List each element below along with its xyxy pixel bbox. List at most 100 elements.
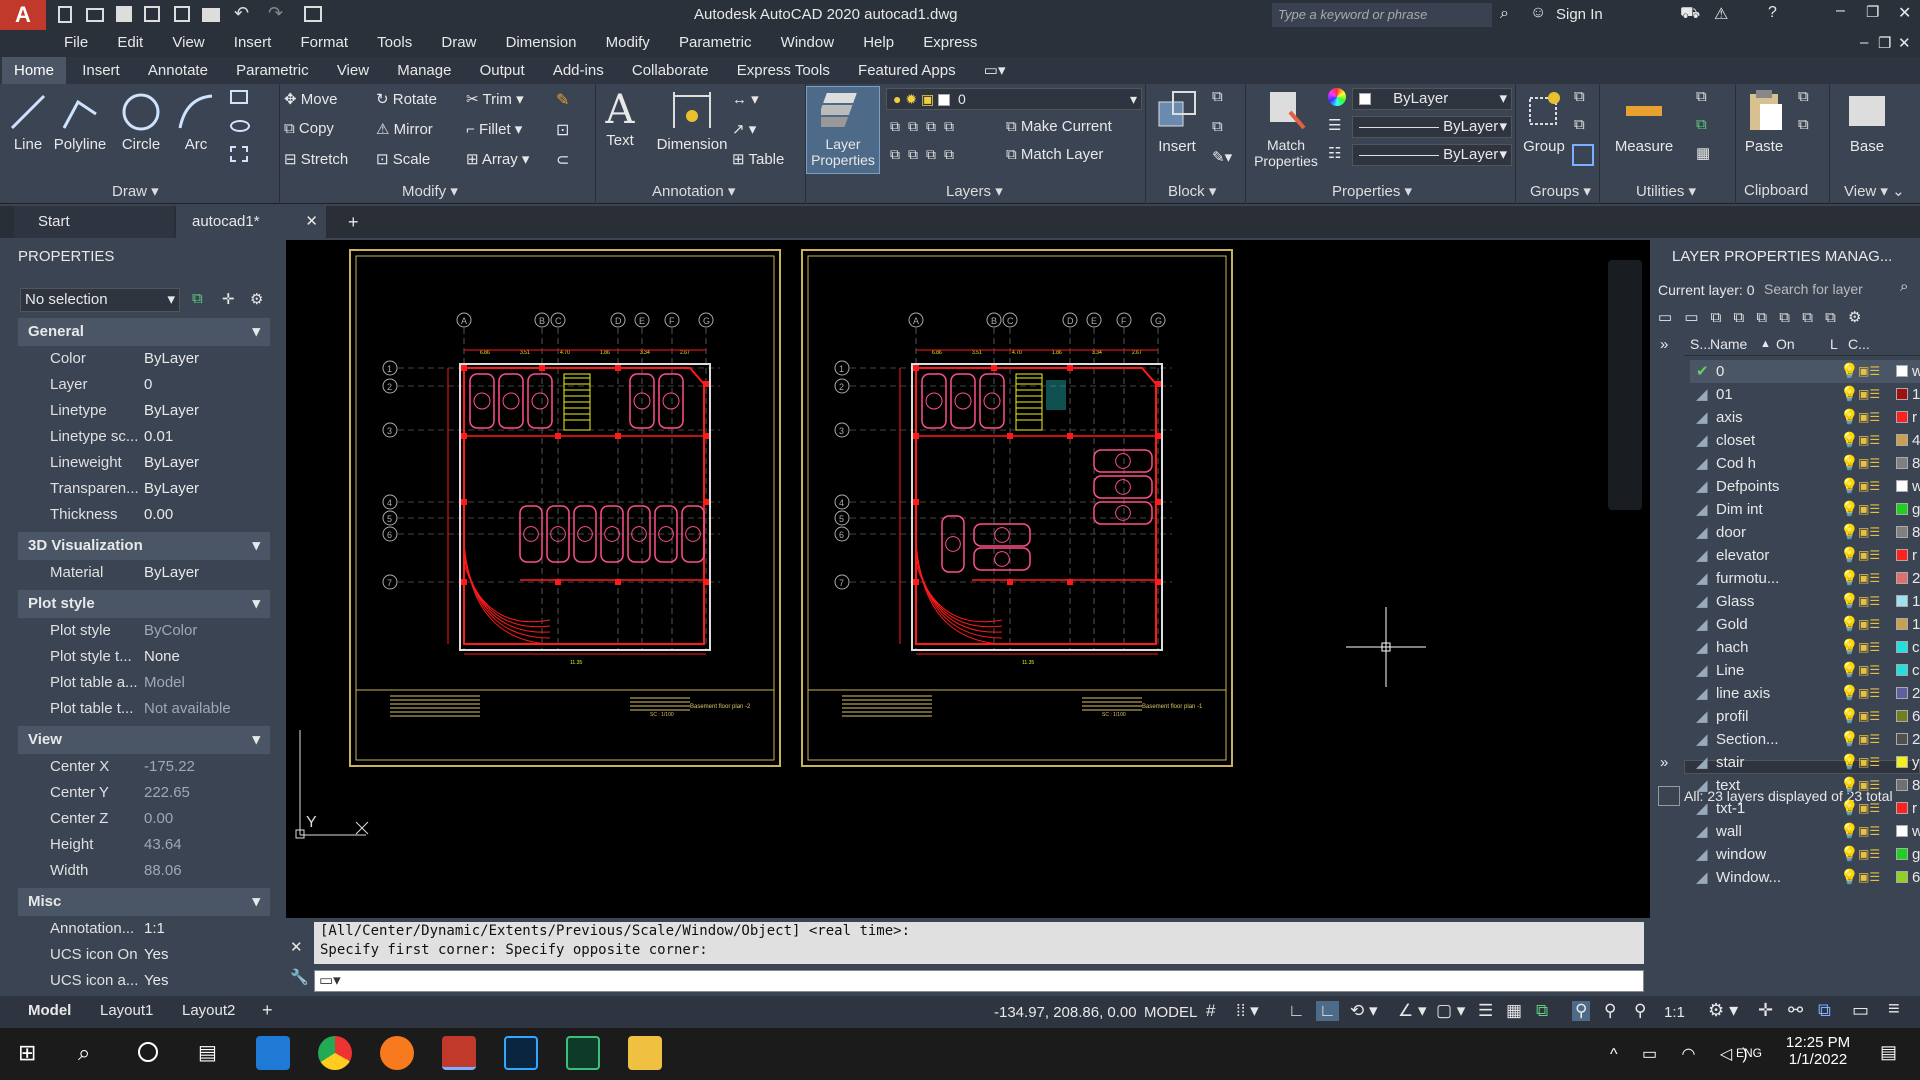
photoshop-icon[interactable] [504, 1036, 538, 1070]
calculator-icon[interactable]: ▦ [1696, 144, 1710, 162]
erase-icon[interactable]: ✎ [556, 90, 569, 110]
layer-row[interactable]: ◢ Cod h 💡 ▣☰ 8 [1690, 452, 1920, 475]
mirror-button[interactable]: ⚠ Mirror [376, 120, 433, 138]
binoculars-icon[interactable]: ⌕ [1500, 5, 1509, 23]
tab-output[interactable]: Output [468, 57, 537, 84]
create-block-icon[interactable]: ⧉ [1212, 88, 1223, 105]
layer-color-swatch[interactable] [1896, 595, 1908, 607]
save-icon[interactable] [116, 6, 132, 22]
close-tab-icon[interactable]: ✕ [305, 206, 318, 238]
layer-lock-icon[interactable]: ▣☰ [1858, 705, 1880, 728]
layer-row[interactable]: ◢ text 💡 ▣☰ 8 [1690, 774, 1920, 797]
group-edit-icon[interactable]: ⧉ [1574, 116, 1585, 133]
layer-lock-icon[interactable]: ▣☰ [1858, 682, 1880, 705]
edge-icon[interactable] [256, 1036, 290, 1070]
layer-row[interactable]: ◢ Defpoints 💡 ▣☰ w [1690, 475, 1920, 498]
property-row[interactable]: Color ByLayer [18, 346, 270, 372]
layer-lock-icon[interactable]: ▣☰ [1858, 475, 1880, 498]
layer-color-swatch[interactable] [1896, 457, 1908, 469]
lightbulb-icon[interactable]: 💡 [1840, 475, 1859, 498]
layer-color-swatch[interactable] [1896, 871, 1908, 883]
property-row[interactable]: UCS icon a... Yes [18, 968, 270, 994]
layer-lock-icon[interactable]: ▣☰ [1858, 728, 1880, 751]
lightbulb-icon[interactable]: 💡 [1840, 843, 1859, 866]
menu-modify[interactable]: Modify [606, 34, 650, 51]
excel-app-icon[interactable] [566, 1036, 600, 1070]
annotation-scale-icon[interactable]: ⚲ [1634, 1001, 1646, 1021]
language-indicator[interactable]: ENG [1736, 1046, 1762, 1060]
base-button[interactable]: Base [1842, 88, 1892, 155]
dimension-button[interactable]: Dimension [652, 88, 732, 153]
command-customize-icon[interactable]: 🔧 [290, 968, 309, 986]
match-properties-button[interactable]: Match Properties [1248, 88, 1324, 169]
layer-tool-icons-row2[interactable]: ⧉⧉⧉⧉ [890, 146, 962, 163]
layer-lock-icon[interactable]: ▣☰ [1858, 659, 1880, 682]
view-panel-label[interactable]: View ▾ ⌄ [1844, 182, 1905, 200]
layer-row[interactable]: ◢ line axis 💡 ▣☰ 2 [1690, 682, 1920, 705]
menu-file[interactable]: File [64, 34, 88, 51]
layer-color-swatch[interactable] [1896, 641, 1908, 653]
windows-start-icon[interactable]: ⊞ [18, 1040, 36, 1066]
menu-insert[interactable]: Insert [234, 34, 272, 51]
layer-color-swatch[interactable] [1896, 549, 1908, 561]
fillet-button[interactable]: ⌐ Fillet ▾ [466, 120, 522, 138]
layer-lock-icon[interactable]: ▣☰ [1858, 360, 1880, 383]
cut-icon[interactable]: ⧉ [1798, 88, 1809, 105]
lightbulb-icon[interactable]: 💡 [1840, 705, 1859, 728]
lightbulb-icon[interactable]: 💡 [1840, 774, 1859, 797]
lightbulb-icon[interactable]: 💡 [1840, 452, 1859, 475]
layer-row[interactable]: ◢ txt-1 💡 ▣☰ r [1690, 797, 1920, 820]
annotation-visibility-icon[interactable]: ⚲ [1572, 1001, 1591, 1021]
quick-select-icon[interactable]: ⧉ [1696, 88, 1707, 105]
property-row[interactable]: Plot table t... Not available [18, 696, 270, 722]
polar-icon[interactable]: ∟ [1316, 1001, 1339, 1021]
layer-row[interactable]: ◢ Gold 💡 ▣☰ 1 [1690, 613, 1920, 636]
layer-lock-icon[interactable]: ▣☰ [1858, 843, 1880, 866]
copy-clip-icon[interactable]: ⧉ [1798, 116, 1809, 133]
save-as-icon[interactable] [144, 6, 160, 22]
menu-view[interactable]: View [172, 34, 204, 51]
property-row[interactable]: Lineweight ByLayer [18, 450, 270, 476]
isolate-icon[interactable]: ▭ [1852, 1000, 1869, 1021]
undo-icon[interactable]: ↶ [234, 3, 249, 24]
layer-lock-icon[interactable]: ▣☰ [1858, 429, 1880, 452]
layer-color-swatch[interactable] [1896, 365, 1908, 377]
quick-properties-icon[interactable]: ⧉ [1818, 1000, 1831, 1021]
a360-icon[interactable]: ⚠ [1714, 4, 1728, 24]
drawing-canvas[interactable]: Basement floor plan -2 SC : 1/100 A B C D E F G 1… [286, 240, 1650, 918]
layer-row[interactable]: ◢ Window... 💡 ▣☰ 6 [1690, 866, 1920, 889]
linetype-icon[interactable]: ☷ [1328, 144, 1341, 162]
tab-parametric[interactable]: Parametric [224, 57, 321, 84]
menu-express[interactable]: Express [923, 34, 977, 51]
section-view[interactable]: View ▾ [18, 726, 270, 754]
property-row[interactable]: Height 43.64 [18, 832, 270, 858]
workspace-gear-icon[interactable]: ⚙ ▾ [1708, 1000, 1738, 1021]
lightbulb-icon[interactable]: 💡 [1840, 866, 1859, 889]
new-tab-button[interactable]: + [348, 212, 359, 233]
start-tab[interactable]: Start [14, 206, 174, 238]
doc-close-button[interactable]: ✕ [1898, 34, 1911, 52]
attribute-icon[interactable]: ✎▾ [1212, 148, 1232, 166]
layer-row[interactable]: ◢ Glass 💡 ▣☰ 1 [1690, 590, 1920, 613]
layer-color-swatch[interactable] [1896, 434, 1908, 446]
doc-restore-button[interactable]: ❐ [1878, 34, 1891, 52]
lightbulb-icon[interactable]: 💡 [1840, 797, 1859, 820]
layer-row[interactable]: ◢ closet 💡 ▣☰ 4 [1690, 429, 1920, 452]
layer-lock-icon[interactable]: ▣☰ [1858, 866, 1880, 889]
layer-lock-icon[interactable]: ▣☰ [1858, 797, 1880, 820]
hatch-icon[interactable] [230, 146, 248, 162]
property-row[interactable]: Center Z 0.00 [18, 806, 270, 832]
add-layout-button[interactable]: + [262, 1000, 273, 1021]
tab-express-tools[interactable]: Express Tools [725, 57, 842, 84]
layer-color-swatch[interactable] [1896, 664, 1908, 676]
measure-button[interactable]: Measure [1606, 88, 1682, 155]
tab-annotate[interactable]: Annotate [136, 57, 220, 84]
property-row[interactable]: Thickness 0.00 [18, 502, 270, 528]
osnap-icon[interactable]: ∠ ▾ [1398, 1001, 1427, 1021]
tab-collaborate[interactable]: Collaborate [620, 57, 721, 84]
layer-properties-button[interactable]: Layer Properties [806, 86, 880, 174]
firefox-icon[interactable] [380, 1036, 414, 1070]
ellipse-icon[interactable] [230, 120, 250, 132]
layout-tab-layout1[interactable]: Layout1 [100, 1002, 153, 1019]
layer-row[interactable]: ◢ Line 💡 ▣☰ c [1690, 659, 1920, 682]
